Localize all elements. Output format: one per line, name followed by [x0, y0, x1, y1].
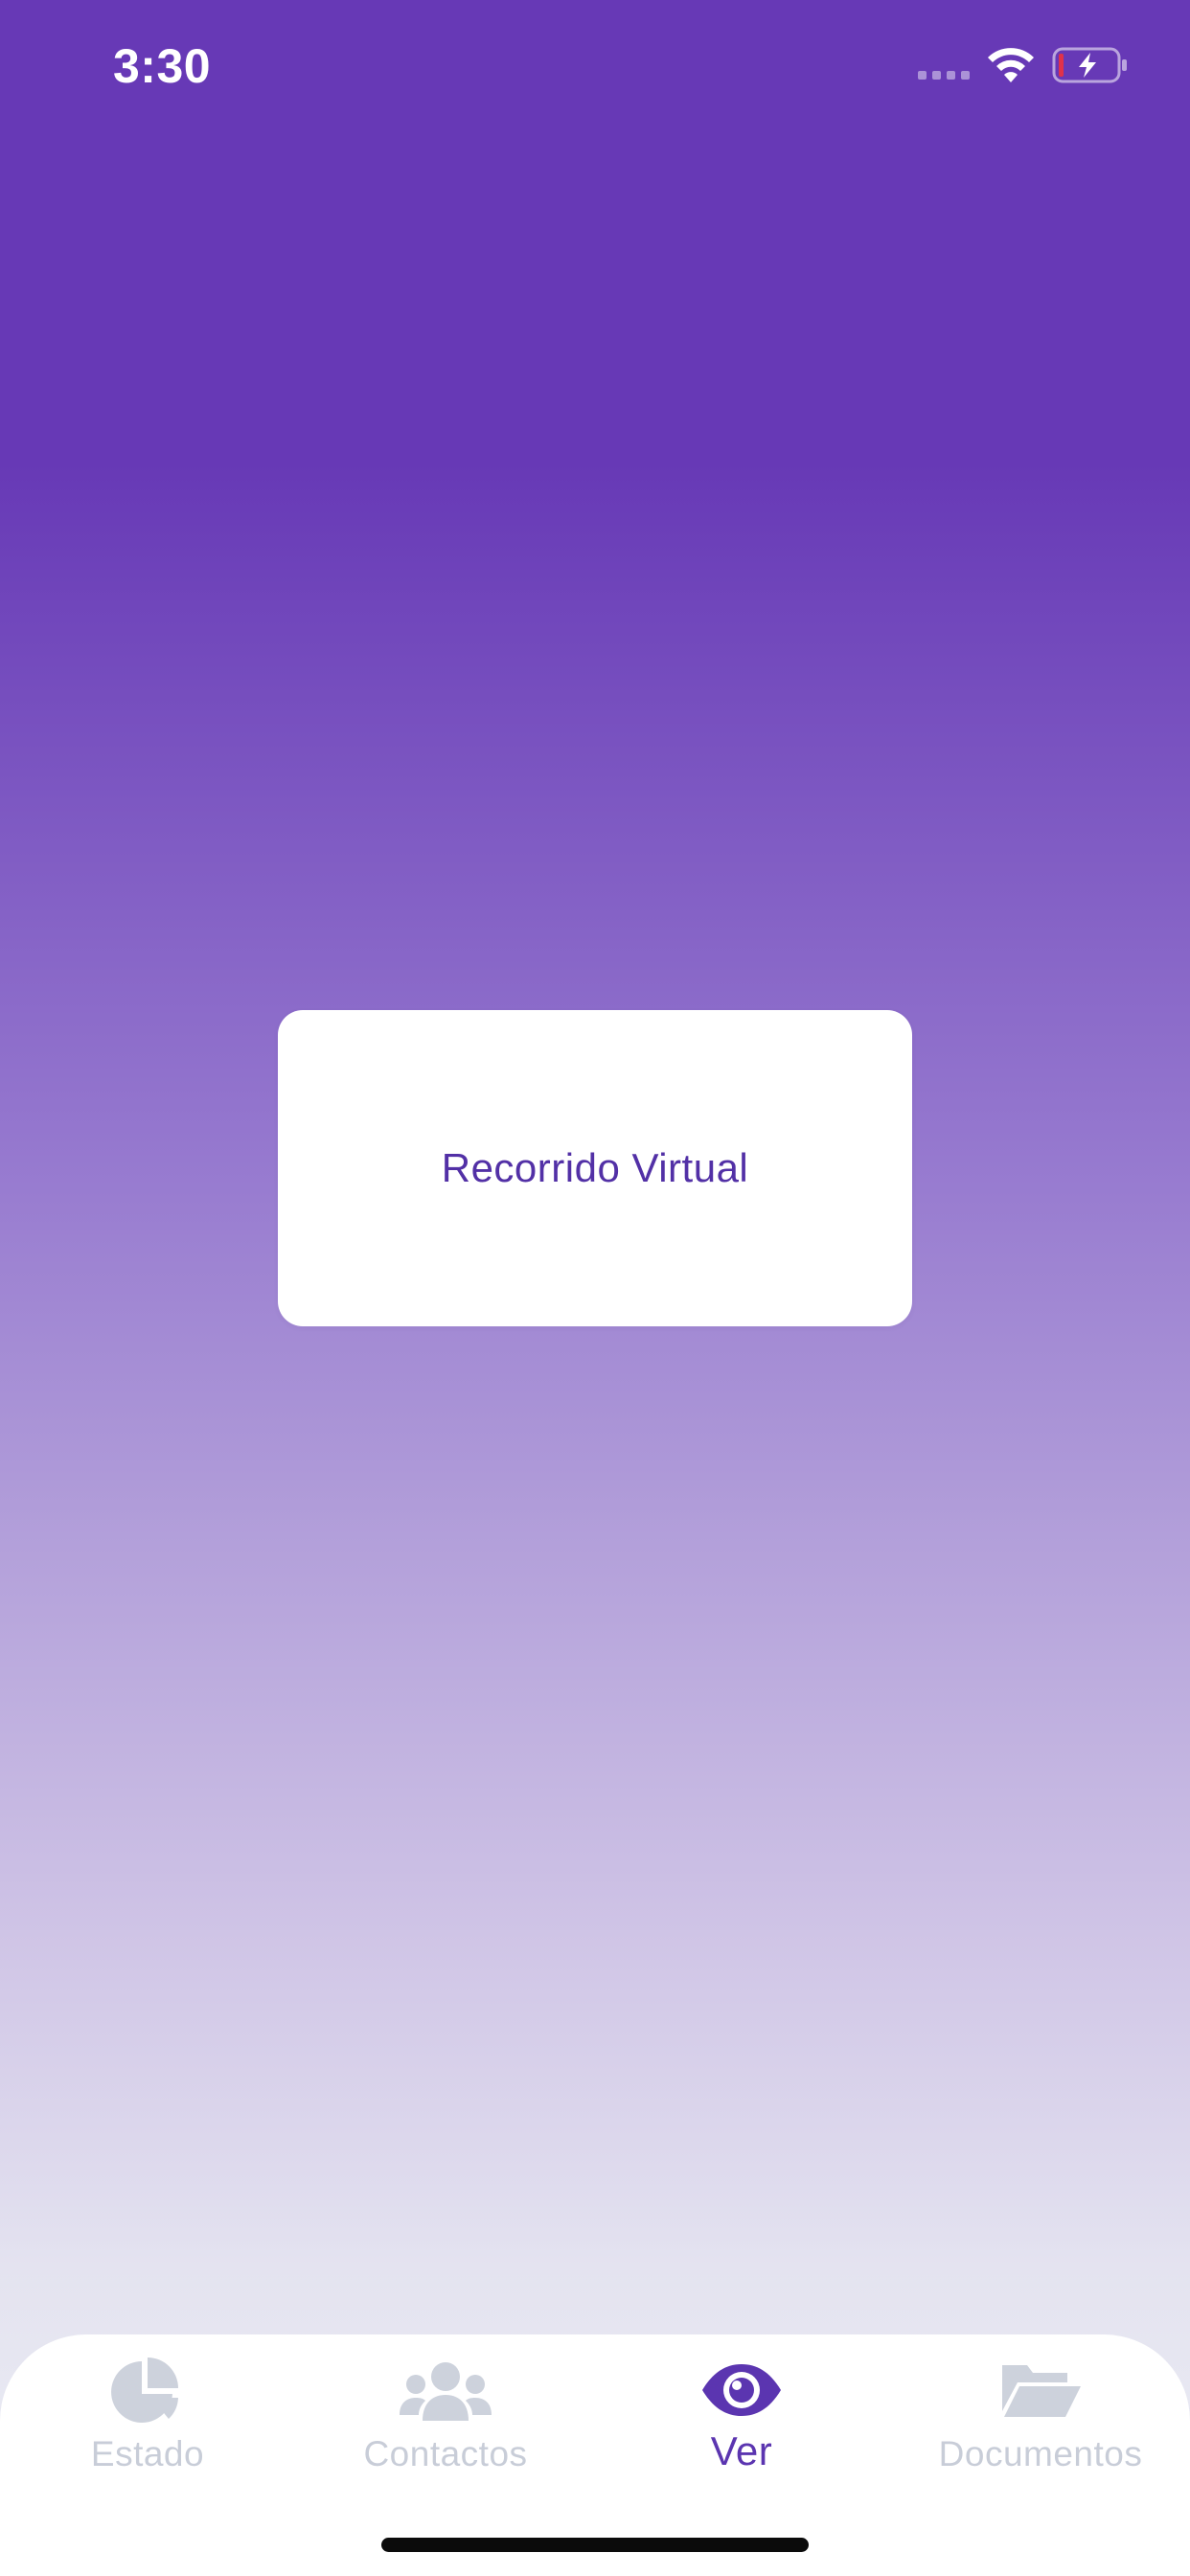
status-bar: 3:30	[0, 0, 1190, 134]
pie-chart-icon	[111, 2358, 178, 2423]
status-time: 3:30	[113, 39, 212, 93]
signal-icon	[918, 71, 970, 80]
tab-contactos-label: Contactos	[363, 2434, 528, 2473]
tab-contactos[interactable]: Contactos	[347, 2334, 544, 2488]
tab-documentos-label: Documentos	[938, 2434, 1143, 2473]
home-indicator[interactable]	[381, 2538, 809, 2552]
battery-charging-icon	[1052, 47, 1127, 83]
folder-open-icon	[1002, 2365, 1081, 2417]
tab-estado-label: Estado	[90, 2434, 205, 2473]
wifi-icon	[988, 48, 1034, 82]
eye-icon	[702, 2364, 781, 2416]
virtual-tour-button[interactable]: Recorrido Virtual	[278, 1010, 912, 1326]
virtual-tour-label: Recorrido Virtual	[441, 1145, 749, 1190]
tab-ver[interactable]: Ver	[694, 2334, 790, 2488]
tab-ver-label: Ver	[710, 2428, 773, 2473]
tab-estado[interactable]: Estado	[80, 2334, 215, 2488]
tab-documentos[interactable]: Documentos	[926, 2334, 1156, 2488]
users-icon	[400, 2362, 492, 2421]
